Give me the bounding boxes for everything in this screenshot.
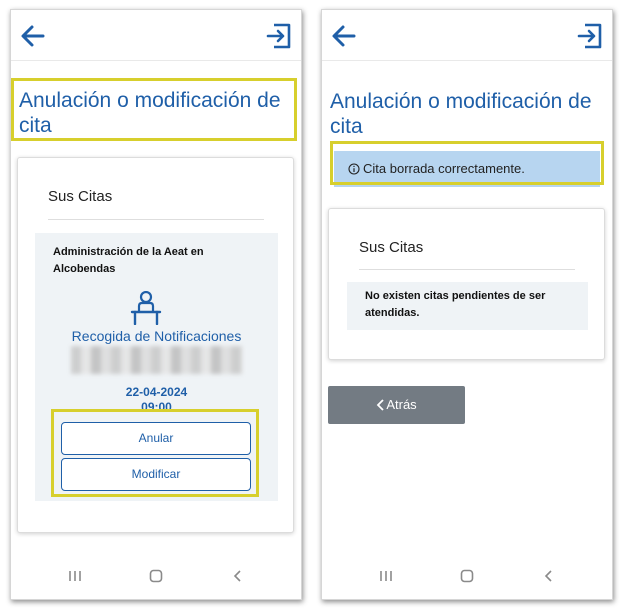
modify-appointment-button[interactable]: Modificar — [61, 458, 251, 491]
android-navbar — [11, 555, 301, 599]
arrow-left-icon — [332, 25, 356, 47]
nav-back-icon[interactable] — [542, 569, 556, 583]
success-message: Cita borrada correctamente. — [363, 161, 525, 176]
success-banner: Cita borrada correctamente. — [334, 151, 600, 187]
appointment-service: Recogida de Notificaciones — [71, 328, 242, 344]
back-nav-label: Atrás — [386, 397, 417, 412]
chevron-left-icon — [377, 398, 384, 411]
top-bar — [11, 10, 301, 61]
appointment-time: 09:00 — [141, 400, 172, 414]
redacted-info — [71, 346, 243, 374]
card-title: Sus Citas — [359, 239, 424, 256]
home-icon[interactable] — [460, 569, 474, 583]
card-title: Sus Citas — [48, 188, 113, 205]
desk-person-icon — [130, 290, 162, 330]
appointment-date: 22-04-2024 — [125, 385, 188, 399]
back-button[interactable] — [330, 22, 358, 50]
nav-back-icon[interactable] — [231, 569, 245, 583]
empty-appointments-message: No existen citas pendientes de ser atend… — [347, 282, 588, 330]
back-nav-button[interactable]: Atrás — [328, 386, 465, 424]
exit-button[interactable] — [265, 22, 293, 50]
recent-apps-icon[interactable] — [379, 569, 393, 583]
phone-screen-left: Anulación o modificación de cita Sus Cit… — [10, 9, 302, 600]
divider — [359, 269, 575, 270]
recent-apps-icon[interactable] — [68, 569, 82, 583]
page-title: Anulación o modificación de cita — [19, 89, 281, 137]
info-circle-icon — [348, 163, 360, 175]
arrow-left-icon — [21, 25, 45, 47]
cancel-appointment-button[interactable]: Anular — [61, 422, 251, 455]
home-icon[interactable] — [149, 569, 163, 583]
exit-icon — [577, 23, 602, 49]
appointments-card: Sus Citas No existen citas pendientes de… — [328, 208, 605, 360]
divider — [48, 219, 264, 220]
android-navbar — [322, 555, 612, 599]
top-bar — [322, 10, 612, 61]
exit-button[interactable] — [576, 22, 604, 50]
page-title: Anulación o modificación de cita — [330, 90, 592, 138]
appointment-panel: Administración de la Aeat en Alcobendas … — [35, 233, 278, 501]
back-button[interactable] — [19, 22, 47, 50]
appointments-card: Sus Citas Administración de la Aeat en A… — [17, 157, 294, 533]
phone-screen-right: Anulación o modificación de cita Cita bo… — [321, 9, 613, 600]
appointment-office: Administración de la Aeat en Alcobendas — [53, 246, 204, 275]
exit-icon — [266, 23, 291, 49]
